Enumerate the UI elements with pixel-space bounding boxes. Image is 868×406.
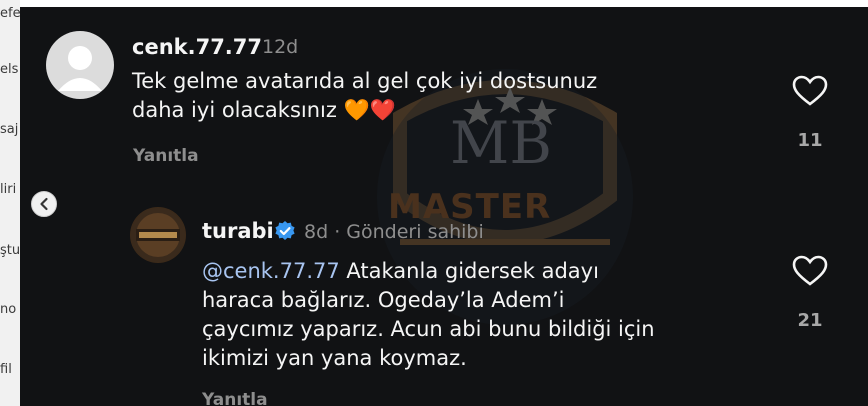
comment-text-line: çaycımız yaparız. Acun abi bunu bildiği … [202,317,655,341]
author-label: Gönderi sahibi [346,221,484,243]
background-text-fragment: efe [0,6,20,21]
comment-text-line: haraca bağlarız. Ogeday’la Adem’i [202,288,565,312]
background-text-fragment: no [0,302,17,317]
background-text-fragment: fil [0,362,12,377]
mention-link[interactable]: @cenk.77.77 [202,259,340,283]
avatar[interactable] [130,207,186,263]
comment-text-line: @cenk.77.77 Atakanla gidersek adayı [202,257,792,286]
meta-separator: · [334,221,341,243]
comment-text-line: daha iyi olacaksınız 🧡❤️ [132,96,752,125]
reply-button[interactable]: Yanıtla [202,390,268,406]
like-button[interactable] [792,255,828,287]
default-user-avatar-icon [58,46,102,91]
background-text-fragment: liri [0,182,17,197]
comment-text-line: Tek gelme avatarıda al gel çok iyi dosts… [132,69,598,93]
like-count: 21 [797,310,823,331]
comment-timestamp: 8d [304,221,329,243]
background-text-fragment: ştu [0,243,20,258]
comment-text: Tek gelme avatarıda al gel çok iyi dosts… [132,67,752,125]
comments-panel: MB MASTER cenk.77.77 12d Tek gelme avata… [20,7,868,406]
comment-text-fragment: Atakanla gidersek adayı [339,259,599,283]
heart-outline-icon [792,255,828,286]
comment-username[interactable]: cenk.77.77 [132,35,262,59]
comment-text-fragment: daha iyi olacaksınız [132,98,337,122]
heart-outline-icon [792,75,828,106]
background-text-fragment: saj [0,122,19,137]
comment-meta: 8d · Gönderi sahibi [304,221,484,243]
comment-text-line: ikimizi yan yana koymaz. [202,346,467,370]
comment-timestamp: 12d [262,36,299,58]
like-count: 11 [797,130,823,151]
previous-button[interactable] [31,191,57,217]
avatar[interactable] [46,31,114,99]
survivor-logo-avatar-icon [131,208,185,262]
heart-emojis: 🧡❤️ [343,98,396,122]
comment-username[interactable]: turabi [202,219,274,243]
chevron-left-icon [40,197,48,211]
reply-button[interactable]: Yanıtla [133,146,199,166]
background-text-fragment: els [0,62,19,77]
like-button[interactable] [792,75,828,107]
background-page-strip: efe els saj liri ştu no fil [0,0,20,406]
verified-badge-icon [274,220,296,242]
comment-text: @cenk.77.77 Atakanla gidersek adayı hara… [202,257,792,373]
